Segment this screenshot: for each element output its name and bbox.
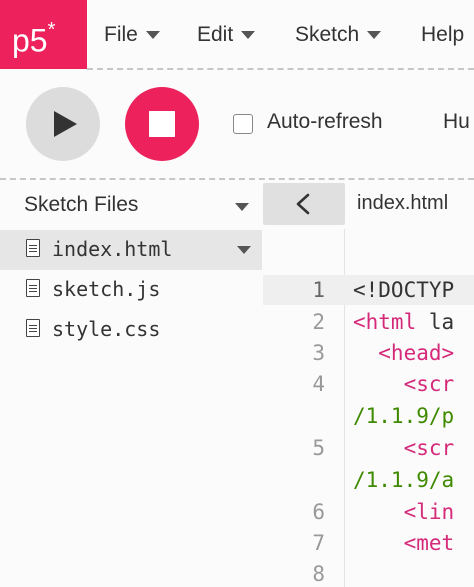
menu-file[interactable]: File (104, 0, 160, 69)
code-text: <scr (353, 369, 455, 399)
code-text: <scr (353, 433, 455, 463)
code-token: la (416, 310, 455, 334)
code-text: /1.1.9/p (353, 401, 454, 431)
top-nav: p5* File Edit Sketch Help (0, 0, 474, 69)
file-icon (26, 319, 40, 337)
code-line[interactable]: 8 (263, 559, 474, 587)
menu-help[interactable]: Help (421, 0, 464, 69)
line-number: 4 (312, 372, 325, 396)
chevron-down-icon (241, 30, 256, 39)
nav-divider (87, 68, 474, 70)
play-icon (54, 111, 77, 137)
code-line[interactable]: 3 <head> (263, 338, 474, 368)
line-number: 6 (312, 500, 325, 524)
menu-edit[interactable]: Edit (197, 0, 256, 69)
code-line[interactable]: 5 <scr (263, 433, 474, 463)
code-token: /1.1.9/a (353, 468, 455, 492)
line-number: 1 (312, 278, 325, 302)
file-name: index.html (52, 237, 173, 261)
truncated-toolbar-label: Hu (443, 110, 470, 133)
file-icon (26, 279, 40, 297)
code-token: <html (353, 310, 417, 334)
code-token: <lin (353, 500, 455, 524)
stop-icon (149, 111, 175, 137)
line-number: 8 (312, 562, 325, 586)
chevron-down-icon (367, 30, 382, 39)
code-line[interactable]: 6 <lin (263, 497, 474, 527)
code-token: <met (353, 531, 455, 555)
p5-logo[interactable]: p5* (0, 0, 87, 69)
code-editor[interactable]: 1 <!DOCTYP 2 <html la 3 <head> 4 <scr/1.1.9/p… (263, 229, 474, 587)
collapse-sidebar-button[interactable] (263, 183, 345, 225)
file-item-style-css[interactable]: style.css (0, 310, 262, 350)
code-text: <lin (353, 497, 455, 527)
sidebar-title: Sketch Files (24, 193, 139, 216)
chevron-down-icon (145, 30, 160, 39)
play-button[interactable] (26, 87, 100, 161)
autorefresh-label[interactable]: Auto-refresh (267, 110, 383, 134)
code-token: <head> (353, 341, 455, 365)
code-line[interactable]: 4 <scr (263, 369, 474, 399)
file-icon (26, 239, 40, 257)
line-number: 2 (312, 310, 325, 334)
code-line[interactable]: 2 <html la (263, 307, 474, 337)
editor-tab-name: index.html (357, 192, 449, 214)
file-item-sketch-js[interactable]: sketch.js (0, 270, 262, 310)
code-line[interactable]: /1.1.9/a (263, 465, 474, 495)
code-text: <!DOCTYP (353, 275, 454, 305)
code-line[interactable]: 7 <met (263, 528, 474, 558)
code-text: <html la (353, 307, 454, 337)
code-line[interactable] (263, 243, 474, 273)
toolbar-divider (0, 178, 474, 180)
code-token: <!DOCTYP (353, 278, 455, 302)
sidebar-header: Sketch Files (0, 186, 262, 226)
code-token: <scr (353, 436, 455, 460)
file-options-chevron-icon[interactable] (237, 246, 251, 254)
line-number: 7 (312, 531, 325, 555)
line-number: 5 (312, 436, 325, 460)
code-line[interactable]: 1 <!DOCTYP (263, 275, 474, 305)
file-name: style.css (52, 317, 161, 341)
code-text: <met (353, 528, 455, 558)
stop-button[interactable] (125, 87, 199, 161)
file-name: sketch.js (52, 277, 161, 301)
code-line[interactable]: /1.1.9/p (263, 401, 474, 431)
chevron-left-icon (296, 193, 310, 215)
autorefresh-checkbox[interactable] (233, 114, 253, 134)
sidebar-options-chevron-icon[interactable] (235, 203, 249, 211)
code-text: /1.1.9/a (353, 465, 454, 495)
line-number: 3 (312, 341, 325, 365)
file-item-index-html[interactable]: index.html (0, 230, 262, 270)
code-token: <scr (353, 372, 455, 396)
menu-sketch[interactable]: Sketch (295, 0, 382, 69)
code-text: <head> (353, 338, 454, 368)
code-token: /1.1.9/p (353, 404, 455, 428)
